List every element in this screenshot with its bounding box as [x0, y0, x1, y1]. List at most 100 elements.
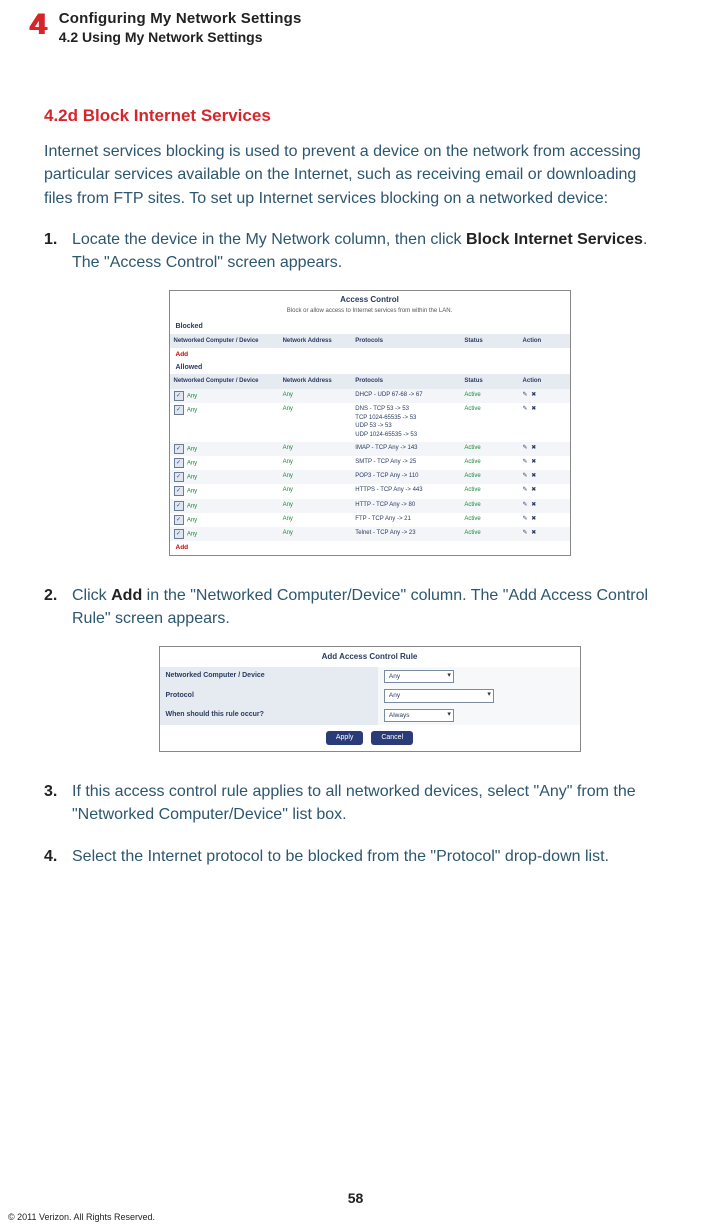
copyright: © 2011 Verizon. All Rights Reserved.: [8, 1212, 155, 1222]
device-cell: Any: [187, 489, 197, 495]
address-cell: Any: [283, 473, 293, 479]
protocol-dropdown[interactable]: Any: [384, 689, 494, 702]
protocol-cell: IMAP - TCP Any -> 143: [351, 442, 460, 456]
allowed-table: Networked Computer / Device Network Addr…: [170, 374, 570, 542]
protocol-cell: POP3 - TCP Any -> 110: [351, 470, 460, 484]
protocol-cell: DHCP - UDP 67-68 -> 67: [351, 389, 460, 403]
status-cell: Active: [464, 487, 480, 493]
table-row: ✓ AnyAnyDNS - TCP 53 -> 53 TCP 1024-6553…: [170, 403, 570, 442]
device-dropdown[interactable]: Any: [384, 670, 454, 683]
checkbox-icon[interactable]: ✓: [174, 472, 184, 482]
chapter-number: 4: [30, 10, 47, 40]
checkbox-icon[interactable]: ✓: [174, 444, 184, 454]
device-label: Networked Computer / Device: [160, 667, 378, 686]
step-4: Select the Internet protocol to be block…: [44, 845, 667, 868]
action-cell[interactable]: ✎ ✖: [519, 403, 570, 442]
apply-button[interactable]: Apply: [326, 731, 364, 745]
address-cell: Any: [283, 530, 293, 536]
action-cell[interactable]: ✎ ✖: [519, 389, 570, 403]
status-cell: Active: [464, 502, 480, 508]
device-cell: Any: [187, 475, 197, 481]
section-heading: 4.2d Block Internet Services: [44, 106, 667, 126]
checkbox-icon[interactable]: ✓: [174, 501, 184, 511]
device-cell: Any: [187, 503, 197, 509]
checkbox-icon[interactable]: ✓: [174, 391, 184, 401]
protocol-cell: HTTPS - TCP Any -> 443: [351, 484, 460, 498]
protocol-cell: FTP - TCP Any -> 21: [351, 513, 460, 527]
cancel-button[interactable]: Cancel: [371, 731, 413, 745]
device-cell: Any: [187, 407, 197, 413]
chapter-header: 4 Configuring My Network Settings 4.2 Us…: [30, 10, 681, 46]
action-cell[interactable]: ✎ ✖: [519, 442, 570, 456]
step-bold: Block Internet Services: [466, 231, 643, 248]
status-cell: Active: [464, 392, 480, 398]
access-control-screenshot: Access Control Block or allow access to …: [169, 290, 571, 556]
action-cell[interactable]: ✎ ✖: [519, 527, 570, 541]
address-cell: Any: [283, 392, 293, 398]
allowed-label: Allowed: [170, 362, 570, 374]
chapter-title: Configuring My Network Settings: [59, 10, 302, 29]
table-row: ✓ AnyAnyIMAP - TCP Any -> 143Active✎ ✖: [170, 442, 570, 456]
step-text: Locate the device in the My Network colu…: [72, 231, 466, 248]
step-text: in the "Networked Computer/Device" colum…: [72, 587, 648, 627]
table-row: ✓ Any Any HTTP - TCP Any -> 80 Active ✎ ✖: [170, 499, 570, 513]
step-2: Click Add in the "Networked Computer/Dev…: [44, 584, 667, 752]
col-action: Action: [519, 374, 570, 389]
protocol-cell: Telnet - TCP Any -> 23: [351, 527, 460, 541]
panel-subtitle: Block or allow access to Internet servic…: [170, 307, 570, 322]
blocked-table: Networked Computer / Device Network Addr…: [170, 334, 570, 349]
address-cell: Any: [283, 459, 293, 465]
checkbox-icon[interactable]: ✓: [174, 529, 184, 539]
status-cell: Active: [464, 459, 480, 465]
step-bold: Add: [111, 587, 142, 604]
checkbox-icon[interactable]: ✓: [174, 405, 184, 415]
col-device: Networked Computer / Device: [170, 334, 279, 349]
action-cell[interactable]: ✎ ✖: [519, 499, 570, 513]
action-cell[interactable]: ✎ ✖: [519, 484, 570, 498]
form-title: Add Access Control Rule: [160, 647, 580, 667]
chapter-subtitle: 4.2 Using My Network Settings: [59, 29, 302, 47]
col-status: Status: [460, 374, 518, 389]
device-cell: Any: [187, 517, 197, 523]
table-row: ✓ Any Any HTTPS - TCP Any -> 443 Active ✎ ✖: [170, 484, 570, 498]
action-cell[interactable]: ✎ ✖: [519, 513, 570, 527]
status-cell: Active: [464, 516, 480, 522]
step-text: Click: [72, 587, 111, 604]
add-rule-screenshot: Add Access Control Rule Networked Comput…: [159, 646, 581, 752]
col-protocols: Protocols: [351, 334, 460, 349]
protocol-cell: HTTP - TCP Any -> 80: [351, 499, 460, 513]
address-cell: Any: [283, 406, 293, 412]
add-link-allowed[interactable]: Add: [170, 541, 195, 554]
table-row: ✓ Any Any DHCP - UDP 67-68 -> 67 Active ✎ ✖: [170, 389, 570, 403]
address-cell: Any: [283, 487, 293, 493]
status-cell: Active: [464, 530, 480, 536]
when-dropdown[interactable]: Always: [384, 709, 454, 722]
device-cell: Any: [187, 460, 197, 466]
action-cell[interactable]: ✎ ✖: [519, 456, 570, 470]
col-status: Status: [460, 334, 518, 349]
checkbox-icon[interactable]: ✓: [174, 458, 184, 468]
table-row: ✓ Any Any Telnet - TCP Any -> 23 Active ✎ ✖: [170, 527, 570, 541]
checkbox-icon[interactable]: ✓: [174, 486, 184, 496]
protocol-cell: SMTP - TCP Any -> 25: [351, 456, 460, 470]
address-cell: Any: [283, 445, 293, 451]
blocked-label: Blocked: [170, 321, 570, 333]
status-cell: Active: [464, 445, 480, 451]
device-cell: Any: [187, 532, 197, 538]
table-row: ✓ Any Any SMTP - TCP Any -> 25 Active ✎ ✖: [170, 456, 570, 470]
address-cell: Any: [283, 516, 293, 522]
address-cell: Any: [283, 502, 293, 508]
col-action: Action: [519, 334, 570, 349]
add-link-blocked[interactable]: Add: [170, 348, 195, 361]
when-label: When should this rule occur?: [160, 706, 378, 725]
col-address: Network Address: [279, 374, 352, 389]
status-cell: Active: [464, 473, 480, 479]
intro-paragraph: Internet services blocking is used to pr…: [44, 140, 667, 210]
checkbox-icon[interactable]: ✓: [174, 515, 184, 525]
action-cell[interactable]: ✎ ✖: [519, 470, 570, 484]
table-row: ✓ Any Any POP3 - TCP Any -> 110 Active ✎ ✖: [170, 470, 570, 484]
col-address: Network Address: [279, 334, 352, 349]
device-cell: Any: [187, 393, 197, 399]
status-cell: Active: [464, 406, 480, 412]
protocol-label: Protocol: [160, 686, 378, 705]
